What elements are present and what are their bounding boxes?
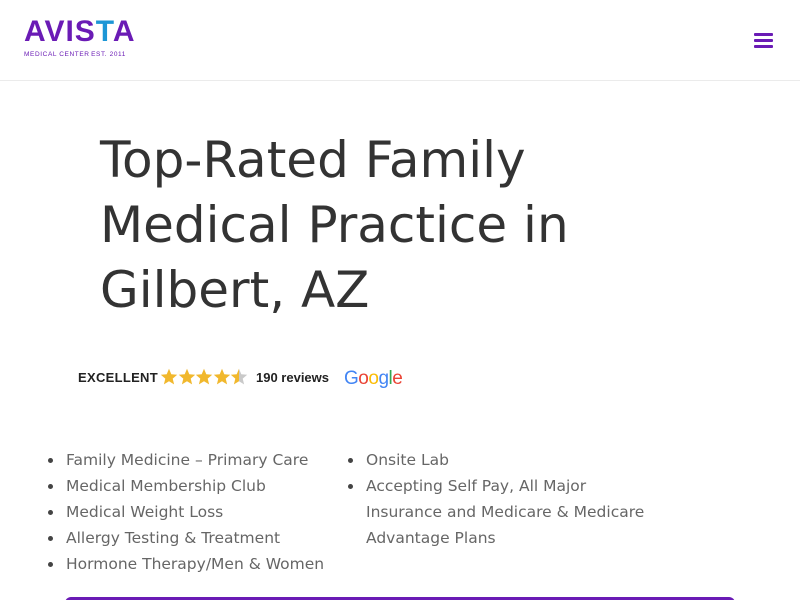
service-list-item: Onsite Lab (348, 447, 658, 473)
service-list-item: Medical Weight Loss (48, 499, 348, 525)
star-icon (230, 368, 248, 385)
star-icon (178, 368, 195, 385)
services-list-right: Onsite Lab Accepting Self Pay, All Major … (348, 447, 658, 551)
hamburger-menu-icon[interactable] (752, 30, 776, 50)
star-icon (195, 368, 213, 385)
star-icon (213, 368, 230, 385)
avista-logo[interactable]: AVISTA MEDICAL CENTER EST. 2011 (24, 15, 136, 63)
service-list-item: Allergy Testing & Treatment (48, 525, 348, 551)
service-list-item: Family Medicine – Primary Care (48, 447, 348, 473)
service-list-item: Medical Membership Club (48, 473, 348, 499)
logo-subtitle: MEDICAL CENTER EST. 2011 (24, 51, 126, 58)
services-list-left: Family Medicine – Primary Care Medical Me… (48, 447, 348, 577)
star-rating-icon (160, 368, 250, 388)
rating-label: EXCELLENT (78, 370, 158, 385)
service-list-item: Hormone Therapy/Men & Women (48, 551, 348, 577)
google-rating-badge[interactable]: EXCELLENT 190 reviews Google (78, 366, 418, 392)
star-icon (160, 368, 178, 385)
google-logo-icon: Google (344, 368, 403, 389)
hero-title: Top-Rated Family Medical Practice in Gil… (100, 131, 569, 319)
site-header: AVISTA MEDICAL CENTER EST. 2011 (0, 0, 800, 80)
logo-wordmark: AVISTA (24, 15, 136, 48)
review-count: 190 reviews (256, 370, 330, 385)
service-list-item: Accepting Self Pay, All Major Insurance … (348, 473, 658, 551)
